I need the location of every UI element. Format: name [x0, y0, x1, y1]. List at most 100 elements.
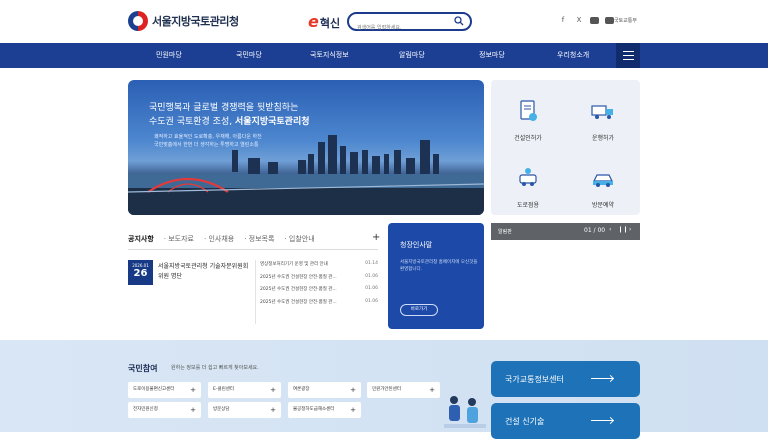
tab-press[interactable]: · 보도자료	[164, 234, 194, 244]
nav-item-knowledge[interactable]: 국토지식정보	[310, 50, 349, 60]
list-item[interactable]: 2025년 수도권 건설현장 안전·품질 관... 01.06	[260, 286, 378, 299]
quick-item-road-occupancy[interactable]: 도로점용	[491, 165, 565, 209]
main-nav: 민원마당 국민마당 국토지식정보 알림마당 정보마당 우리청소개	[0, 43, 768, 68]
plus-icon: +	[190, 406, 196, 414]
notice-label: 알림판	[498, 229, 512, 235]
quick-item-construction-permit[interactable]: 건설인허가	[491, 98, 565, 142]
tab-recruit-label: 인사채용	[208, 235, 235, 243]
participation-link-label: 전자민원신청	[133, 407, 158, 412]
participation-link-label: 여론광장	[293, 387, 310, 392]
participation-link-label: 방문상담	[213, 407, 230, 412]
nav-item-about[interactable]: 우리청소개	[557, 50, 589, 60]
greeting-card: 청장인사말 서울지방국토관리청 홈페이지에 오신것을 환영합니다. 바로가기	[388, 223, 484, 329]
hero-banner[interactable]: 국민행복과 글로벌 경쟁력을 뒷받침하는 수도권 국토환경 조성, 서울지방국토…	[128, 80, 484, 215]
divider	[128, 249, 378, 250]
news-date: 01.06	[365, 286, 378, 291]
list-item[interactable]: 영상정보처리기기 운영 및 관리 안내 01.14	[260, 261, 378, 274]
tab-bidding[interactable]: · 입찰안내	[284, 234, 314, 244]
next-icon[interactable]: ›	[629, 226, 631, 233]
youtube-icon[interactable]	[605, 16, 614, 24]
participation-link[interactable]: 불공정하도급해소센터 +	[288, 402, 361, 418]
plus-icon: +	[270, 406, 276, 414]
greeting-desc: 서울지방국토관리청 홈페이지에 오신것을 환영합니다.	[400, 260, 478, 272]
nav-item-notice[interactable]: 알림마당	[399, 50, 425, 60]
quick-label: 도로점용	[516, 202, 540, 209]
featured-news-title[interactable]: 서울지방국토관리청 기술자문위원회 위원 명단	[158, 262, 253, 282]
news-more-button[interactable]: +	[372, 232, 380, 243]
participation-link-label: 불공정하도급해소센터	[293, 407, 335, 412]
plus-icon: +	[350, 406, 356, 414]
ministry-link[interactable]: 국토교통부	[614, 17, 637, 24]
news-date: 01.06	[365, 298, 378, 304]
notice-content	[491, 240, 640, 329]
tab-info-list[interactable]: · 정보목록	[244, 234, 274, 244]
nav-item-civil[interactable]: 민원마당	[156, 50, 182, 60]
site-header: 서울지방국토관리청 e 혁신 f X 국토교통부	[0, 0, 768, 43]
news-section: 공지사항 · 보도자료 · 인사채용 · 정보목록 · 입찰안내 + 2026.…	[128, 232, 380, 332]
notice-board: 알림판 01 / 00 ‹ ❙❙ ›	[491, 223, 640, 240]
social-links: f X	[558, 16, 614, 24]
quick-label: 방문예약	[591, 202, 615, 209]
visit-car-icon	[593, 174, 613, 187]
quick-label: 건설인허가	[514, 135, 542, 142]
nav-item-public[interactable]: 국민마당	[236, 50, 262, 60]
search-icon[interactable]	[454, 16, 464, 26]
participation-link[interactable]: 여론광장 +	[288, 382, 361, 398]
tab-notices[interactable]: 공지사항	[128, 234, 154, 244]
plus-icon: +	[190, 386, 196, 394]
side-card-label: 건설 신기술	[505, 417, 545, 426]
notice-counter: 01 / 00	[584, 227, 606, 234]
new-tech-card[interactable]: 건설 신기술	[491, 403, 640, 439]
truck-icon	[591, 105, 613, 119]
news-date: 01.14	[365, 261, 378, 266]
nav-item-info[interactable]: 정보마당	[479, 50, 505, 60]
news-date: 01.06	[365, 273, 378, 279]
news-title: 2025년 수도권 건설현장 안전·품질 관...	[260, 299, 337, 305]
tab-press-label: 보도자료	[168, 235, 194, 243]
list-item[interactable]: 2025년 수도권 건설현장 안전·품질 관... 01.06	[260, 299, 378, 312]
hero-headline-2: 수도권 국토환경 조성, 서울지방국토관리청	[149, 114, 310, 127]
search-box	[347, 12, 472, 36]
quick-item-visit-reservation[interactable]: 방문예약	[566, 165, 640, 209]
innovation-banner[interactable]: e 혁신	[308, 12, 340, 31]
hero-subtext-2: 국민맞춤에서 한번 더 생각하는 투명하고 열린소통	[154, 142, 259, 148]
featured-date: 2026.01 26	[128, 260, 153, 285]
side-card-label: 국가교통정보센터	[505, 375, 564, 384]
participation-link[interactable]: 도로이용불편신고센터 +	[128, 382, 201, 398]
news-list: 영상정보처리기기 운영 및 관리 안내 01.14 2025년 수도권 건설현장 …	[260, 261, 378, 311]
arrow-right-icon	[591, 378, 613, 379]
taegeuk-icon	[128, 11, 148, 31]
participation-link[interactable]: E-클린센터 +	[208, 382, 281, 398]
news-title: 2025년 수도권 건설현장 안전·품질 관...	[260, 274, 337, 280]
tab-bidding-label: 입찰안내	[288, 235, 315, 243]
pause-icon[interactable]: ❙❙	[618, 226, 628, 233]
search-input[interactable]	[357, 20, 457, 36]
greeting-go-button[interactable]: 바로가기	[400, 304, 438, 316]
tab-recruit[interactable]: · 인사채용	[204, 234, 234, 244]
x-twitter-icon[interactable]: X	[574, 16, 584, 24]
hero-headline-1: 국민행복과 글로벌 경쟁력을 뒷받침하는	[149, 103, 299, 113]
plus-icon: +	[429, 386, 435, 394]
hero-subtext-1: 쾌적하고 효율적인 도로확충, 우재해, 아름다운 하천	[154, 134, 262, 140]
participation-link-label: 민원가안된센터	[372, 387, 401, 392]
arrow-right-icon	[591, 420, 613, 421]
traffic-info-center-card[interactable]: 국가교통정보센터	[491, 361, 640, 397]
participation-link[interactable]: 민원가안된센터 +	[367, 382, 440, 398]
quick-item-operation-permit[interactable]: 운행허가	[566, 98, 640, 142]
innovation-e-icon: e	[308, 12, 319, 31]
blog-icon[interactable]	[590, 16, 599, 24]
menu-icon[interactable]	[616, 43, 640, 68]
prev-icon[interactable]: ‹	[609, 226, 611, 233]
people-illustration-icon	[444, 396, 486, 428]
site-logo[interactable]: 서울지방국토관리청	[128, 11, 239, 31]
quick-label: 운행허가	[591, 135, 615, 142]
document-approval-icon	[520, 100, 537, 121]
participation-link[interactable]: 방문상담 +	[208, 402, 281, 418]
participation-link[interactable]: 전자민원신청 +	[128, 402, 201, 418]
hero-headline-2a: 수도권 국토환경 조성,	[149, 117, 233, 127]
participation-desc: 원하는 정보를 더 쉽고 빠르게 찾아보세요.	[171, 365, 259, 371]
list-item[interactable]: 2025년 수도권 건설현장 안전·품질 관... 01.06	[260, 274, 378, 287]
plus-icon: +	[350, 386, 356, 394]
quick-menu: 건설인허가 운행허가 도로점용 방문예약	[491, 80, 640, 215]
facebook-icon[interactable]: f	[558, 16, 568, 24]
